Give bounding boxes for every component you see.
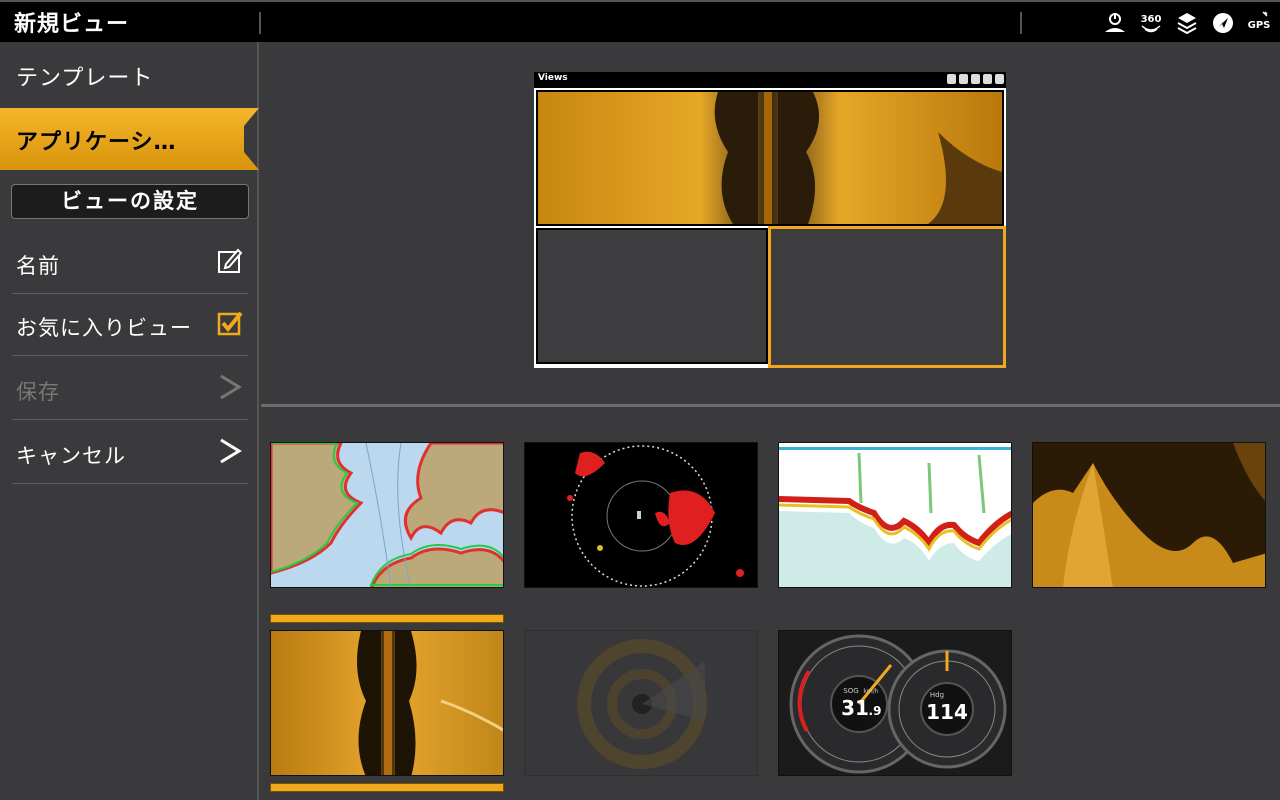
speed-value: 31 [841, 696, 869, 720]
heading-label: Hdg [930, 691, 944, 699]
navigation-icon[interactable] [1210, 10, 1236, 36]
checkbox-checked-icon[interactable] [216, 308, 244, 338]
chevron-right-icon[interactable] [216, 436, 244, 466]
divider [1020, 12, 1022, 34]
speed-decimal: .9 [869, 704, 882, 718]
speed-unit: km/h [863, 688, 878, 695]
360-imaging-view-thumbnail [524, 630, 758, 776]
view-layout-preview: Views [534, 72, 1006, 368]
cancel-label: キャンセル [16, 444, 126, 468]
heading-value: 114 [926, 700, 968, 724]
preview-status-icons [947, 74, 1004, 84]
360-icon[interactable]: 360 [1138, 10, 1164, 36]
preview-title: Views [538, 73, 568, 83]
divider [259, 12, 261, 34]
selection-indicator [270, 614, 504, 623]
sonar-view-thumbnail[interactable] [778, 442, 1012, 588]
save-label: 保存 [16, 380, 60, 404]
edit-icon[interactable] [216, 246, 244, 276]
side-imaging-view-thumbnail[interactable] [1032, 442, 1266, 588]
preview-pane-bottom-right[interactable] [768, 226, 1006, 368]
divider [261, 404, 1280, 407]
name-row[interactable]: 名前 [12, 232, 248, 294]
gauges-view-thumbnail[interactable]: SOG km/h 31 .9 Hdg 114 [778, 630, 1012, 776]
favorite-view-row[interactable]: お気に入りビュー [12, 294, 248, 356]
preview-pane-top[interactable] [536, 90, 1004, 226]
gps-icon[interactable]: GPS [1246, 10, 1272, 36]
name-label: 名前 [16, 254, 60, 278]
preview-pane-bottom-left[interactable] [536, 228, 768, 364]
chart-view-thumbnail[interactable] [270, 442, 504, 588]
sidebar: テンプレート アプリケーシ… ビューの設定 名前 お気に入りビュー 保存 キャン… [0, 42, 259, 800]
sidebar-item-label: アプリケーシ… [16, 130, 177, 155]
power-icon[interactable] [1102, 10, 1128, 36]
save-row: 保存 [12, 358, 248, 420]
layers-icon[interactable] [1174, 10, 1200, 36]
view-settings-header: ビューの設定 [11, 184, 249, 219]
preview-titlebar: Views [534, 72, 1006, 88]
gps-label: GPS [1248, 20, 1271, 31]
status-icons: 360 GPS [1102, 8, 1272, 38]
cancel-row[interactable]: キャンセル [12, 422, 248, 484]
favorite-view-label: お気に入りビュー [16, 316, 192, 340]
radar-view-thumbnail[interactable] [524, 442, 758, 588]
top-bar: 新規ビュー 360 GPS [0, 0, 1280, 42]
sidebar-item-applications[interactable]: アプリケーシ… [0, 108, 259, 170]
sidebar-item-templates[interactable]: テンプレート [16, 60, 275, 92]
selection-indicator [270, 783, 504, 792]
chevron-right-icon [216, 372, 244, 402]
360-label: 360 [1141, 14, 1162, 25]
speed-label: SOG [843, 687, 858, 695]
down-imaging-view-thumbnail[interactable] [270, 630, 504, 776]
page-title: 新規ビュー [14, 12, 130, 37]
main-panel: Views SOG km/h 31 .9 Hdg 114 [261, 42, 1280, 800]
